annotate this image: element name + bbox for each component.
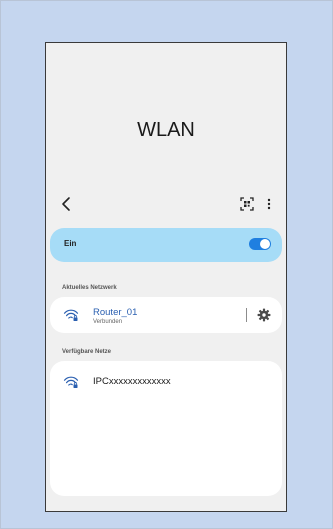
current-network-card: Router_01 Verbunden [50,297,282,333]
page-title: WLAN [137,119,195,141]
chevron-left-icon[interactable] [58,195,76,213]
switch-knob [260,239,270,249]
wifi-switch[interactable] [249,238,271,250]
available-networks-card: IPCxxxxxxxxxxxxx [50,361,282,496]
phone-screen: WLAN Ein Aktuelles Netzwerk Router_01 Ve… [45,42,287,512]
qr-scan-icon[interactable] [240,197,254,211]
current-network-header: Aktuelles Netzwerk [62,285,117,291]
wifi-toggle-label: Ein [64,239,77,248]
more-vertical-icon[interactable] [264,195,274,213]
wifi-lock-icon [63,376,79,388]
divider [246,308,247,322]
network-name: IPCxxxxxxxxxxxxx [93,376,171,387]
network-status: Verbunden [93,319,123,325]
wifi-toggle-card[interactable]: Ein [50,228,282,262]
wifi-lock-icon [63,309,79,321]
current-network-row[interactable]: Router_01 Verbunden [50,297,282,333]
gear-icon[interactable] [257,308,271,322]
available-networks-header: Verfügbare Netze [62,349,112,355]
toolbar [46,193,286,215]
list-item[interactable]: IPCxxxxxxxxxxxxx [50,364,282,400]
network-name: Router_01 [93,307,138,318]
